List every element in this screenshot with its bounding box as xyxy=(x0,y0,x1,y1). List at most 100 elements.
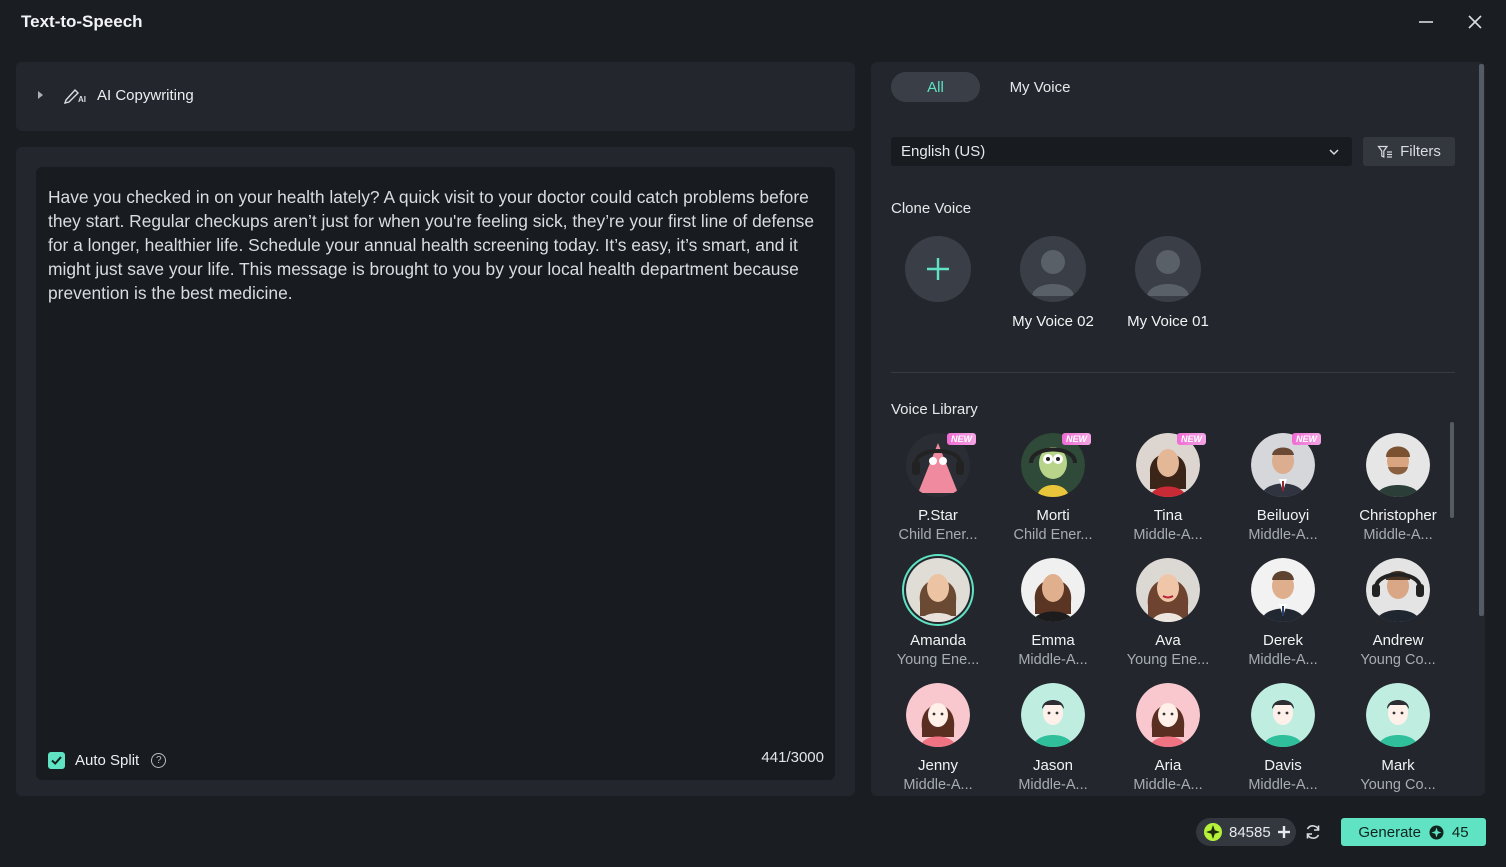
voice-description: Middle-A... xyxy=(1133,777,1203,793)
new-badge: NEW xyxy=(1292,433,1321,445)
help-icon[interactable]: ? xyxy=(151,753,167,768)
voice-item-amanda[interactable]: Amanda Young Ene... xyxy=(883,558,993,668)
clone-voice-name: My Voice 01 xyxy=(1127,313,1209,330)
new-badge: NEW xyxy=(1177,433,1206,445)
voice-description: Middle-A... xyxy=(1133,527,1203,543)
voice-name: Beiluoyi xyxy=(1256,507,1310,524)
tab-my-voice[interactable]: My Voice xyxy=(989,72,1091,102)
voice-name: Derek xyxy=(1262,632,1303,649)
script-textarea[interactable]: Have you checked in on your health latel… xyxy=(36,167,835,780)
voice-name: Emma xyxy=(1031,632,1075,649)
checkmark-icon xyxy=(51,756,62,765)
voice-description: Middle-A... xyxy=(1248,777,1318,793)
voice-item-tina[interactable]: NEW Tina Middle-A... xyxy=(1113,433,1223,543)
user-silhouette-icon xyxy=(1147,250,1189,296)
voice-item-pstar[interactable]: NEW P.Star Child Ener... xyxy=(883,433,993,543)
tab-all[interactable]: All xyxy=(891,72,980,102)
voice-item-beiluoyi[interactable]: NEW Beiluoyi Middle-A... xyxy=(1228,433,1338,543)
auto-split-label: Auto Split xyxy=(75,752,140,769)
voice-name: Andrew xyxy=(1372,632,1424,649)
language-select[interactable]: English (US) xyxy=(891,137,1352,166)
credits-balance[interactable]: 84585 xyxy=(1196,818,1296,846)
add-voice-circle[interactable] xyxy=(905,236,971,302)
ai-pen-icon: AI xyxy=(63,88,86,104)
chevron-down-icon xyxy=(1329,149,1339,156)
generate-button[interactable]: Generate 45 xyxy=(1341,818,1486,846)
voice-item-jenny[interactable]: Jenny Middle-A... xyxy=(883,683,993,793)
refresh-icon[interactable] xyxy=(1304,823,1322,841)
voice-item-aria[interactable]: Aria Middle-A... xyxy=(1113,683,1223,793)
avatar: NEW xyxy=(906,433,976,497)
voice-item-morti[interactable]: NEW Morti Child Ener... xyxy=(998,433,1108,543)
credit-icon xyxy=(1429,825,1444,839)
expand-caret-icon xyxy=(38,91,43,99)
voice-library-scrollbar[interactable] xyxy=(1450,422,1454,518)
panel-scrollbar[interactable] xyxy=(1479,64,1484,616)
avatar xyxy=(1136,683,1200,747)
minimize-icon xyxy=(1419,21,1433,23)
voice-item-andrew[interactable]: Andrew Young Co... xyxy=(1343,558,1453,668)
ai-copywriting-label: AI Copywriting xyxy=(97,86,194,104)
voice-name: Jenny xyxy=(917,757,959,774)
new-badge: NEW xyxy=(947,433,976,445)
voice-name: Mark xyxy=(1381,757,1415,774)
avatar xyxy=(1251,558,1315,622)
section-divider xyxy=(891,372,1455,373)
voice-name: P.Star xyxy=(918,507,958,524)
voice-item-emma[interactable]: Emma Middle-A... xyxy=(998,558,1108,668)
voice-item-christopher[interactable]: Christopher Middle-A... xyxy=(1343,433,1453,543)
voice-description: Middle-A... xyxy=(1018,652,1088,668)
script-editor-panel: Have you checked in on your health latel… xyxy=(16,147,855,796)
close-icon xyxy=(1468,15,1482,29)
voice-item-mark[interactable]: Mark Young Co... xyxy=(1343,683,1453,793)
new-badge: NEW xyxy=(1062,433,1091,445)
voice-description: Child Ener... xyxy=(898,527,978,543)
clone-voice-item[interactable]: My Voice 01 xyxy=(1118,236,1218,330)
voice-name: Amanda xyxy=(910,632,966,649)
credits-value: 84585 xyxy=(1229,823,1271,841)
avatar: NEW xyxy=(1251,433,1321,497)
voice-description: Middle-A... xyxy=(1248,527,1318,543)
voice-item-jason[interactable]: Jason Middle-A... xyxy=(998,683,1108,793)
credit-coin-icon xyxy=(1204,823,1222,841)
clone-voice-item[interactable]: My Voice 02 xyxy=(1003,236,1103,330)
script-text[interactable]: Have you checked in on your health latel… xyxy=(48,185,823,305)
avatar xyxy=(1020,236,1086,302)
avatar xyxy=(906,683,970,747)
add-clone-voice-button[interactable] xyxy=(888,236,988,302)
voice-name: Christopher xyxy=(1359,507,1437,524)
clone-voice-name: My Voice 02 xyxy=(1012,313,1094,330)
filters-label: Filters xyxy=(1400,143,1441,160)
minimize-button[interactable] xyxy=(1412,8,1440,36)
voice-description: Child Ener... xyxy=(1013,527,1093,543)
ai-copywriting-panel: AI AI Copywriting xyxy=(16,62,855,131)
voice-description: Middle-A... xyxy=(1018,777,1088,793)
auto-split-checkbox[interactable] xyxy=(48,752,65,769)
voice-item-ava[interactable]: Ava Young Ene... xyxy=(1113,558,1223,668)
voice-description: Young Ene... xyxy=(896,652,980,668)
filters-button[interactable]: Filters xyxy=(1363,137,1455,166)
avatar xyxy=(1366,683,1430,747)
avatar xyxy=(1366,558,1430,622)
avatar xyxy=(1021,558,1085,622)
avatar: NEW xyxy=(1136,433,1206,497)
voice-item-davis[interactable]: Davis Middle-A... xyxy=(1228,683,1338,793)
voice-description: Young Co... xyxy=(1360,777,1436,793)
voice-description: Middle-A... xyxy=(903,777,973,793)
avatar xyxy=(1251,683,1315,747)
avatar: NEW xyxy=(1021,433,1091,497)
plus-icon xyxy=(927,258,949,280)
user-silhouette-icon xyxy=(1032,250,1074,296)
ai-copywriting-toggle[interactable]: AI AI Copywriting xyxy=(38,86,194,104)
auto-split-option: Auto Split ? xyxy=(48,752,167,769)
svg-text:AI: AI xyxy=(78,95,86,104)
clone-voice-heading: Clone Voice xyxy=(891,200,972,217)
voice-library-heading: Voice Library xyxy=(891,401,978,418)
voice-name: Morti xyxy=(1036,507,1070,524)
title-bar: Text-to-Speech xyxy=(0,0,1506,44)
voice-name: Aria xyxy=(1154,757,1182,774)
close-button[interactable] xyxy=(1461,8,1489,36)
plus-icon[interactable] xyxy=(1277,825,1291,839)
voice-description: Young Co... xyxy=(1360,652,1436,668)
voice-item-derek[interactable]: Derek Middle-A... xyxy=(1228,558,1338,668)
